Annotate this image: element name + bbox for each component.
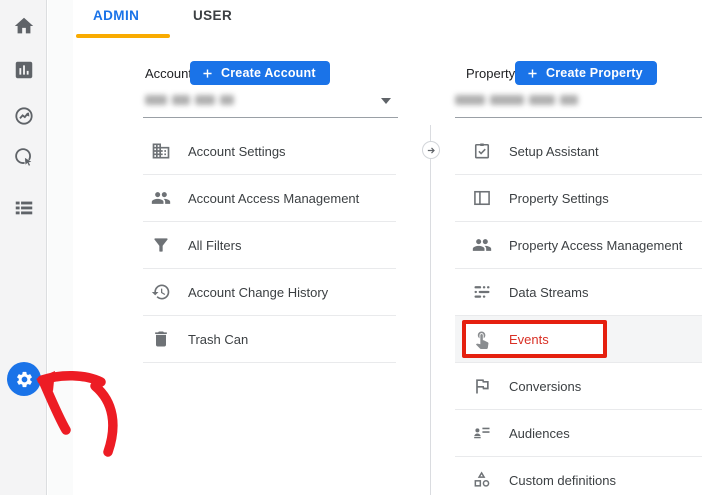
layout-icon (472, 188, 492, 208)
item-label: Events (509, 331, 549, 347)
item-label: Setup Assistant (509, 143, 599, 159)
account-selector-caret-icon[interactable] (381, 98, 391, 104)
account-item-trash-can[interactable]: Trash Can (143, 316, 396, 363)
account-heading: Account (145, 66, 192, 81)
property-heading: Property (466, 66, 516, 81)
advertising-icon[interactable] (13, 146, 35, 168)
shapes-icon (472, 470, 492, 490)
account-item-all-filters[interactable]: All Filters (143, 222, 396, 269)
active-tab-underline (76, 34, 170, 38)
property-item-data-streams[interactable]: Data Streams (455, 269, 702, 316)
property-item-conversions[interactable]: Conversions (455, 363, 702, 410)
property-selector-divider (455, 117, 702, 118)
clipboard-check-icon (472, 141, 492, 161)
item-label: All Filters (188, 237, 242, 253)
admin-menu-icon[interactable] (13, 197, 35, 219)
account-item-change-history[interactable]: Account Change History (143, 269, 396, 316)
create-property-label: Create Property (546, 66, 643, 80)
create-account-button[interactable]: Create Account (190, 61, 330, 85)
building-icon (151, 141, 171, 161)
streams-icon (472, 282, 492, 302)
item-label: Account Access Management (188, 190, 360, 206)
property-item-access-management[interactable]: Property Access Management (455, 222, 702, 269)
plus-icon (528, 68, 537, 78)
property-item-setup-assistant[interactable]: Setup Assistant (455, 128, 702, 175)
flag-icon (472, 376, 492, 396)
create-property-button[interactable]: Create Property (515, 61, 657, 85)
property-item-settings[interactable]: Property Settings (455, 175, 702, 222)
expand-column-button[interactable] (422, 141, 440, 159)
item-label: Property Settings (509, 190, 609, 206)
item-label: Data Streams (509, 284, 589, 300)
nav-gutter (48, 0, 73, 495)
people-icon (151, 188, 171, 208)
account-item-access-management[interactable]: Account Access Management (143, 175, 396, 222)
item-label: Trash Can (188, 331, 249, 347)
home-icon[interactable] (13, 15, 35, 37)
person-list-icon (472, 423, 492, 443)
settings-gear-button[interactable] (7, 362, 41, 396)
item-label: Account Settings (188, 143, 286, 159)
trash-icon (151, 329, 171, 349)
arrow-right-icon (427, 147, 435, 153)
property-item-audiences[interactable]: Audiences (455, 410, 702, 457)
tab-user[interactable]: USER (193, 8, 232, 23)
account-name-blurred[interactable] (145, 95, 234, 107)
touch-icon (472, 329, 492, 349)
item-label: Conversions (509, 378, 582, 394)
column-divider-line (430, 125, 431, 495)
property-item-custom-definitions[interactable]: Custom definitions (455, 457, 702, 495)
filter-icon (151, 235, 171, 255)
create-account-label: Create Account (221, 66, 316, 80)
explore-icon[interactable] (13, 105, 35, 127)
item-label: Custom definitions (509, 472, 616, 488)
gear-icon (16, 371, 32, 387)
plus-icon (203, 68, 212, 78)
people-icon (472, 235, 492, 255)
tab-admin[interactable]: ADMIN (93, 8, 139, 23)
account-selector-divider (143, 117, 398, 118)
reports-icon[interactable] (13, 59, 35, 81)
history-icon (151, 282, 171, 302)
item-label: Account Change History (188, 284, 329, 300)
property-name-blurred[interactable] (455, 95, 578, 107)
item-label: Audiences (509, 425, 570, 441)
item-label: Property Access Management (509, 237, 683, 253)
ga-admin-page: ADMIN USER Account Create Account Proper… (0, 0, 702, 495)
account-item-settings[interactable]: Account Settings (143, 128, 396, 175)
